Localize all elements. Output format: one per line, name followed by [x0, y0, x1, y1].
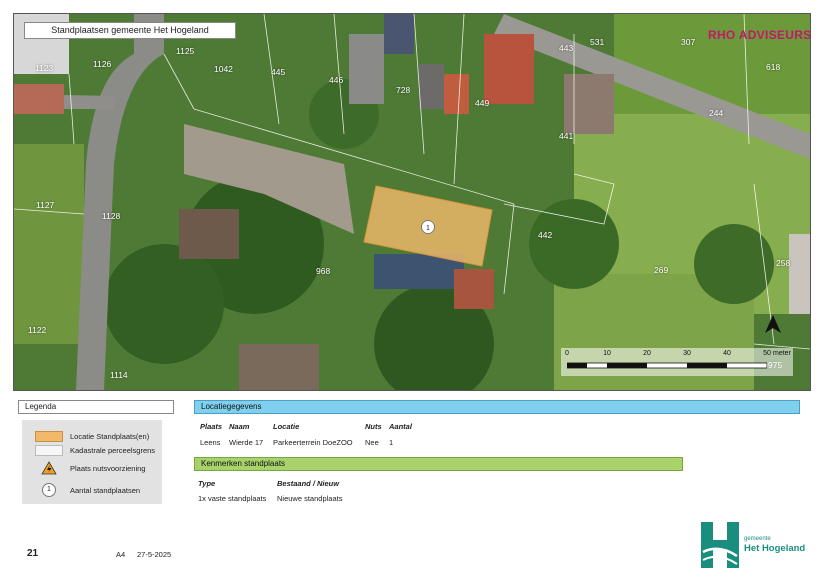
brand-logo-text: RHO ADVISEURS: [708, 28, 812, 42]
parcel-border-swatch-icon: [35, 445, 63, 456]
header-aantal: Aantal: [389, 422, 412, 431]
parcel-label: 446: [329, 75, 344, 85]
scale-tick-label: 40: [723, 350, 731, 357]
parcel-label: 1128: [102, 211, 121, 221]
page-number: 21: [27, 548, 39, 559]
scale-tick-label: 0: [565, 350, 569, 357]
cell-nuts: Nee: [365, 438, 379, 447]
header-nuts: Nuts: [365, 422, 382, 431]
page-format: A4: [116, 550, 126, 559]
legend-item: Kadastrale perceelsgrens: [34, 445, 155, 456]
north-arrow-icon: [765, 315, 781, 333]
warning-icon: [41, 461, 57, 475]
parcel-label: 443: [559, 43, 574, 53]
parcel-label: 618: [766, 62, 781, 72]
parcel-label: 1126: [93, 59, 112, 69]
parcel-label: 968: [316, 266, 331, 276]
cell-locatie: Parkeerterrein DoeZOO: [273, 438, 353, 447]
document-date: 27-5-2025: [137, 550, 172, 559]
parcel-label: 1042: [214, 64, 233, 74]
parcel-label: 307: [681, 37, 696, 47]
header-plaats: Plaats: [200, 422, 223, 431]
parcel-label: 1127: [36, 200, 55, 210]
legend-title: Legenda: [18, 400, 174, 414]
locatie-table: Plaats Naam Locatie Nuts Aantal Leens Wi…: [200, 422, 600, 452]
header-naam: Naam: [229, 422, 250, 431]
parcel-label: 531: [590, 37, 605, 47]
scale-tick-label: 20: [643, 350, 651, 357]
parcel-label: 449: [475, 98, 490, 108]
scale-tick-label: 50: [763, 350, 771, 357]
parcel-label: 258: [776, 258, 791, 268]
legend-item-label: Plaats nutsvoorziening: [70, 463, 146, 473]
aerial-map[interactable]: 1: [13, 13, 811, 391]
parcel-label: 269: [654, 265, 669, 275]
parcel-label: 445: [271, 67, 286, 77]
parcel-label: 441: [559, 131, 574, 141]
kenmerken-table: Type Bestaand / Nieuw 1x vaste standplaa…: [198, 479, 498, 509]
parcel-label: 1122: [28, 325, 47, 335]
kenmerken-section-header: Kenmerken standplaats: [194, 457, 683, 471]
aerial-photo: 1: [14, 14, 810, 390]
legend-panel: Locatie Standplaats(en) Kadastrale perce…: [22, 420, 162, 504]
legend-item-label: Locatie Standplaats(en): [70, 432, 150, 441]
cell-naam: Wierde 17: [229, 438, 264, 447]
scale-tick-label: 10: [603, 350, 611, 357]
parcel-label: 244: [709, 108, 724, 118]
gemeente-logo-icon: [701, 522, 739, 568]
logo-subtitle: gemeente: [744, 536, 771, 542]
cell-plaats: Leens: [200, 438, 221, 447]
parcel-label: 728: [396, 85, 411, 95]
parcel-label: 1114: [110, 370, 128, 380]
parcel-label: 1125: [176, 46, 195, 56]
location-marker-number: 1: [426, 225, 430, 232]
scale-bar-graphic: [567, 362, 767, 369]
count-circle-icon: 1: [42, 483, 56, 497]
map-title: Standplaatsen gemeente Het Hogeland: [24, 22, 236, 39]
cell-bestaand: Nieuwe standplaats: [277, 494, 343, 503]
legend-item: 1 Aantal standplaatsen: [34, 483, 140, 497]
scale-unit-label: meter: [773, 350, 791, 357]
header-bestaand: Bestaand / Nieuw: [277, 479, 340, 488]
legend-item-label: Aantal standplaatsen: [70, 485, 141, 495]
locatie-section-header: Locatiegegevens: [194, 400, 800, 414]
legend-item: Locatie Standplaats(en): [34, 431, 149, 442]
legend-item-label: Kadastrale perceelsgrens: [70, 446, 156, 455]
cell-type: 1x vaste standplaats: [198, 494, 267, 503]
parcel-label: 442: [538, 230, 553, 240]
parcel-label: 1123: [35, 63, 54, 73]
header-type: Type: [198, 479, 216, 488]
scale-bar: 0 10 20 30 40 50 meter: [561, 348, 793, 376]
location-swatch-icon: [35, 431, 63, 442]
scale-tick-label: 30: [683, 350, 691, 357]
legend-item: Plaats nutsvoorziening: [34, 461, 145, 475]
header-locatie: Locatie: [273, 422, 300, 431]
cell-aantal: 1: [389, 438, 394, 447]
logo-name: Het Hogeland: [744, 543, 806, 554]
